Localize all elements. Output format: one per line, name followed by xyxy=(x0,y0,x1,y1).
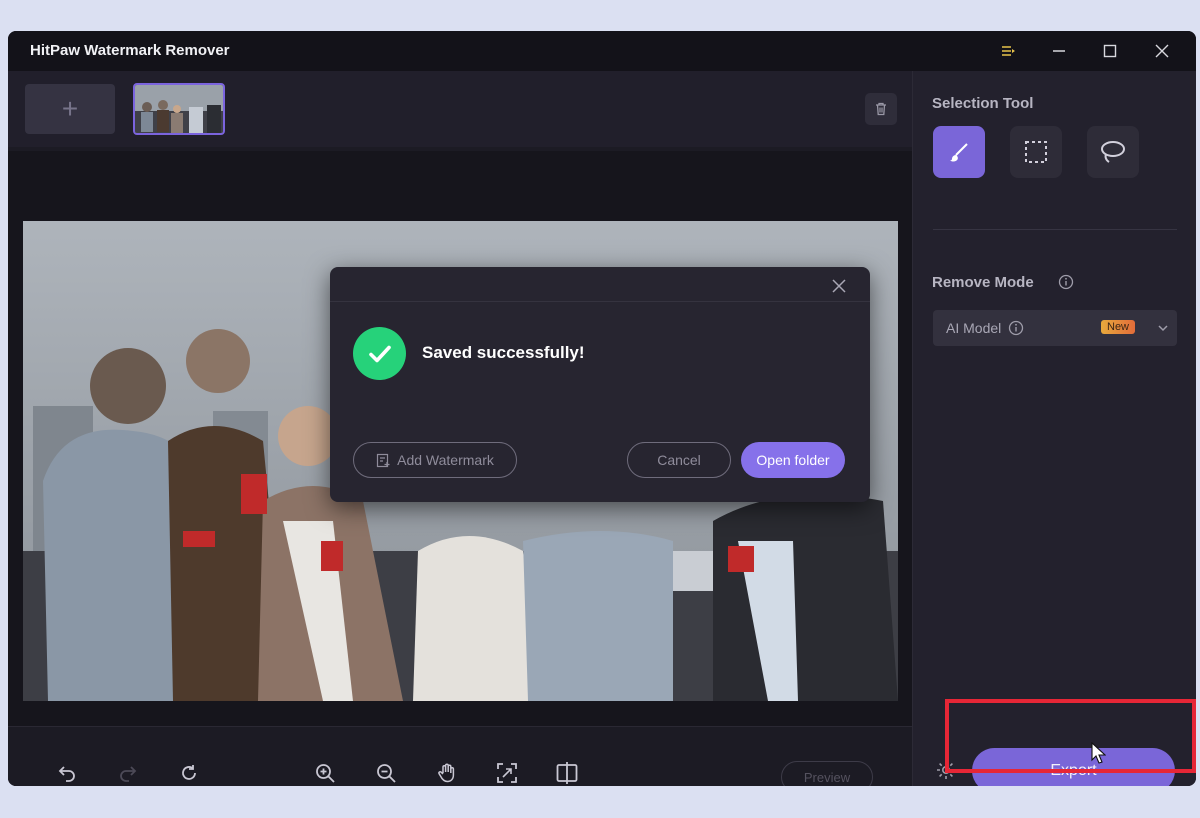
media-strip: + xyxy=(8,71,912,147)
undo-icon[interactable] xyxy=(51,757,83,786)
bottom-toolbar: Preview xyxy=(8,726,912,786)
hand-icon[interactable] xyxy=(431,757,463,786)
success-message: Saved successfully! xyxy=(422,343,585,362)
media-thumbnail[interactable] xyxy=(133,83,225,135)
info-icon[interactable] xyxy=(1058,274,1074,290)
new-badge: New xyxy=(1101,320,1136,334)
remove-mode-select[interactable]: AI Model New xyxy=(933,310,1177,346)
checkmark-icon xyxy=(353,327,406,380)
add-media-button[interactable]: + xyxy=(25,84,115,134)
reset-icon[interactable] xyxy=(173,757,205,786)
brush-icon xyxy=(950,143,968,162)
export-highlight-box xyxy=(945,699,1196,773)
open-folder-button[interactable]: Open folder xyxy=(741,442,845,478)
rectangle-select-icon xyxy=(1025,141,1047,163)
zoom-in-icon[interactable] xyxy=(309,757,341,786)
remove-mode-title: Remove Mode xyxy=(932,274,1034,291)
delete-button[interactable] xyxy=(865,93,897,125)
trash-icon xyxy=(876,102,886,116)
brush-tool-button[interactable] xyxy=(933,126,985,178)
compare-icon[interactable] xyxy=(551,757,583,786)
add-watermark-label: Add Watermark xyxy=(397,452,494,468)
dialog-header-divider xyxy=(330,301,870,302)
lasso-icon xyxy=(1101,141,1125,163)
lasso-tool-button[interactable] xyxy=(1087,126,1139,178)
rectangle-tool-button[interactable] xyxy=(1010,126,1062,178)
plus-icon: + xyxy=(61,93,79,124)
mode-value: AI Model xyxy=(946,320,1002,336)
panel-divider xyxy=(933,229,1177,230)
add-watermark-icon xyxy=(377,453,390,467)
selection-tool-title: Selection Tool xyxy=(932,95,1034,112)
zoom-out-icon[interactable] xyxy=(370,757,402,786)
title-bar: HitPaw Watermark Remover xyxy=(8,31,1196,71)
chevron-down-icon xyxy=(1158,325,1168,332)
redo-icon xyxy=(112,757,144,786)
preview-button[interactable]: Preview xyxy=(781,761,873,786)
dialog-close-button[interactable] xyxy=(828,275,850,297)
close-icon xyxy=(832,279,846,293)
app-title: HitPaw Watermark Remover xyxy=(30,42,230,59)
settings-panel: Selection Tool Remove Mode AI Model New … xyxy=(912,71,1196,786)
cancel-button[interactable]: Cancel xyxy=(627,442,731,478)
maximize-icon[interactable] xyxy=(1093,37,1127,65)
mouse-cursor-icon xyxy=(1091,742,1106,764)
save-success-dialog: Saved successfully! Add Watermark Cancel… xyxy=(330,267,870,502)
fit-screen-icon[interactable] xyxy=(491,757,523,786)
minimize-icon[interactable] xyxy=(1042,37,1076,65)
mode-info-icon[interactable] xyxy=(1008,320,1024,336)
menu-icon[interactable] xyxy=(991,37,1025,65)
add-watermark-button[interactable]: Add Watermark xyxy=(353,442,517,478)
close-window-icon[interactable] xyxy=(1145,37,1179,65)
